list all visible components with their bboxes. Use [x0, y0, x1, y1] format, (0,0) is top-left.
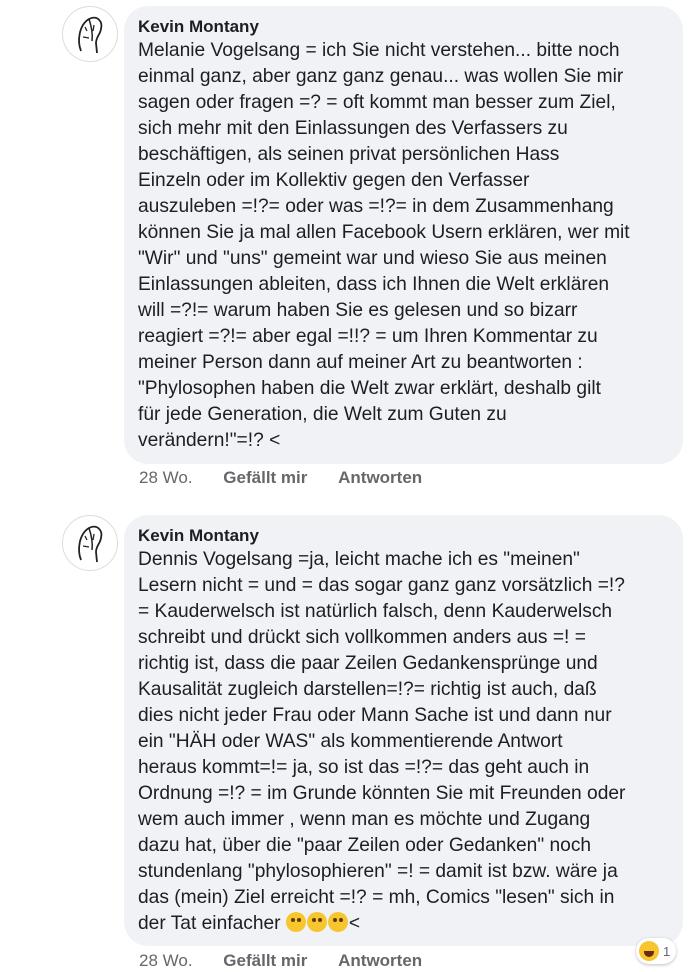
- comment-text: Dennis Vogelsang =ja, leicht mache ich e…: [138, 547, 669, 937]
- comment-text-line: reagiert =?!= aber egal =!!? = um Ihren …: [138, 326, 598, 347]
- comment-text-line: stundenlang "phylosophieren" =! = damit …: [138, 861, 618, 882]
- comment-text-line: ein "HÄH oder WAS" als kommentierende An…: [138, 731, 563, 752]
- comment-author[interactable]: Kevin Montany: [138, 16, 669, 38]
- comment-text-line: "Wir" und "uns" gemeint war und wieso Si…: [138, 248, 607, 269]
- reaction-count: 1: [663, 943, 671, 959]
- comment-text-line: Melanie Vogelsang = ich Sie nicht verste…: [138, 40, 620, 61]
- comment-text-line: will =?!= warum haben Sie es gelesen und…: [138, 300, 578, 321]
- like-button[interactable]: Gefällt mir: [223, 467, 307, 489]
- comment-text: Melanie Vogelsang = ich Sie nicht verste…: [138, 38, 669, 454]
- comment-timestamp[interactable]: 28 Wo.: [139, 950, 193, 972]
- smirking-face-emoji: [327, 912, 348, 932]
- comment-text-line: einmal ganz, aber ganz ganz genau... was…: [138, 66, 624, 87]
- flushed-face-emoji: [306, 912, 327, 932]
- comment-actions: 28 Wo. Gefällt mir Antworten: [139, 467, 422, 489]
- comment-text-line: beschäftigen, als seinen privat persönli…: [138, 144, 560, 165]
- comment-text-line: Lesern nicht = und = das sogar ganz ganz…: [138, 575, 625, 596]
- comment-text-line-last: der Tat einfacher <: [138, 911, 669, 937]
- comment-timestamp[interactable]: 28 Wo.: [139, 467, 193, 489]
- comment-text-line: sich mehr mit den Einlassungen des Verfa…: [138, 118, 568, 139]
- comment-text-line: sagen oder fragen =? = oft kommt man bes…: [138, 92, 616, 113]
- reply-button[interactable]: Antworten: [338, 467, 422, 489]
- comment-text-line: Einlassungen ableiten, dass ich Ihnen di…: [138, 274, 610, 295]
- comment-text-line: richtig ist, dass die paar Zeilen Gedank…: [138, 653, 598, 674]
- comment-text-line: schreibt und drückt sich vollkommen ande…: [138, 627, 586, 648]
- comment-text-line: für jede Generation, die Welt zum Guten …: [138, 404, 507, 425]
- comment-text-line: können Sie ja mal allen Facebook Usern e…: [138, 222, 630, 243]
- comment-bubble: Kevin Montany Melanie Vogelsang = ich Si…: [124, 6, 683, 464]
- comment-text-line: Dennis Vogelsang =ja, leicht mache ich e…: [138, 549, 580, 570]
- comment-text-line: meiner Person dann auf meiner Art zu bea…: [138, 352, 583, 373]
- comment-text-line: "Phylosophen haben die Welt zwar erklärt…: [138, 378, 601, 399]
- comment-text-line: dazu hat, über die "paar Zeilen oder Ged…: [138, 835, 592, 856]
- comment-author[interactable]: Kevin Montany: [138, 525, 669, 547]
- comment-text-line: wem auch immer , wenn man es möchte und …: [138, 809, 591, 830]
- comment-text-line: = Kauderwelsch ist natürlich falsch, den…: [138, 601, 613, 622]
- comment-text-line: heraus kommt=!= ja, so ist das =!?= das …: [138, 757, 590, 778]
- reply-button[interactable]: Antworten: [338, 950, 422, 972]
- comment-bubble: Kevin Montany Dennis Vogelsang =ja, leic…: [124, 515, 683, 946]
- comment-text-line: dies nicht jeder Frau oder Mann Sache is…: [138, 705, 612, 726]
- comment-actions: 28 Wo. Gefällt mir Antworten: [139, 950, 422, 972]
- comment-text-line: Einzeln oder im Kollektiv gegen den Verf…: [138, 170, 530, 191]
- reaction-summary[interactable]: 1: [636, 938, 677, 964]
- avatar[interactable]: [62, 515, 118, 571]
- comment-text-line: das (mein) Ziel erreicht =!? = mh, Comic…: [138, 887, 615, 908]
- avatar[interactable]: [62, 6, 118, 62]
- thinking-face-emoji: [285, 912, 306, 932]
- comment-text-line: verändern!"=!? <: [138, 430, 281, 451]
- laughing-face-icon: [639, 941, 659, 961]
- comment-text-line: auszuleben =!?= oder was =!?= in dem Zus…: [138, 196, 614, 217]
- comment-text-line: Ordnung =!? = im Grunde könnten Sie mit …: [138, 783, 626, 804]
- comment-text-suffix: <: [348, 913, 361, 934]
- like-button[interactable]: Gefällt mir: [223, 950, 307, 972]
- comment-text-line: Kausalität zugleich darstellen=!?= richt…: [138, 679, 597, 700]
- comment-text-fragment: der Tat einfacher: [138, 913, 281, 934]
